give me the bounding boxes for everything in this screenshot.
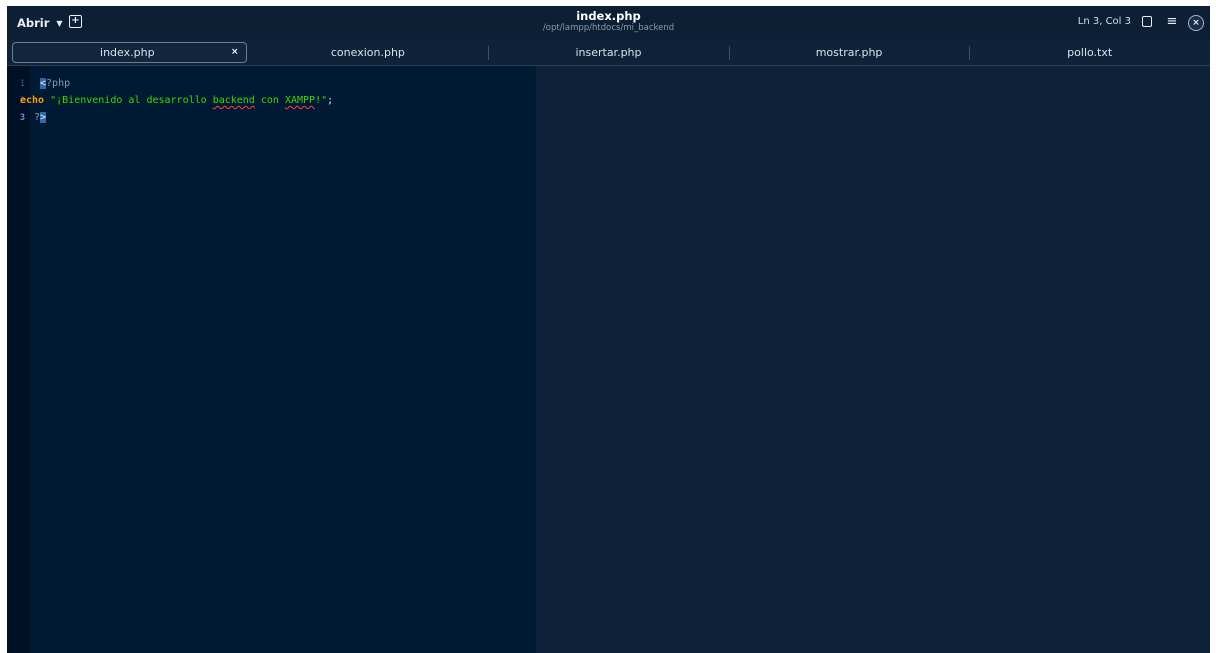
window-title: index.php — [576, 9, 641, 23]
tab-label: insertar.php — [575, 46, 642, 59]
tab-pollo-txt[interactable]: pollo.txt — [969, 40, 1210, 65]
editor-window: Abrir ▼ + index.php /opt/lampp/htdocs/mi… — [7, 6, 1210, 653]
string-literal: "¡Bienvenido al desarrollo — [50, 95, 213, 106]
code-line-2[interactable]: echo "¡Bienvenido al desarrollo backend … — [20, 93, 333, 108]
open-file-button[interactable]: Abrir ▼ — [13, 13, 67, 33]
spellcheck-error-word: XAMPP — [284, 95, 316, 106]
chevron-down-icon: ▼ — [56, 18, 63, 28]
tab-label: conexion.php — [330, 46, 405, 59]
line-number: 1 — [19, 79, 25, 89]
tab-mostrar-php[interactable]: mostrar.php — [728, 40, 970, 65]
code-editor[interactable]: 1 2 3 <?php echo "¡Bienvenido al desarro… — [7, 66, 536, 653]
php-open-tag: ?php — [46, 78, 71, 89]
save-document-icon[interactable] — [1140, 15, 1154, 29]
editor-empty-area[interactable] — [536, 66, 1210, 653]
hamburger-menu-icon[interactable]: ≡ — [1165, 15, 1179, 29]
tab-index-php[interactable]: index.php × — [7, 40, 248, 65]
window-title-area: index.php /opt/lampp/htdocs/mi_backend — [7, 9, 1210, 34]
semicolon: ; — [327, 95, 334, 106]
line-number-current: 3 — [19, 113, 25, 123]
code-line-1[interactable]: <?php — [40, 76, 70, 91]
close-window-icon[interactable]: × — [1188, 15, 1204, 31]
spellcheck-error-word: backend — [212, 95, 255, 106]
tab-label: pollo.txt — [1067, 46, 1113, 59]
tab-bar: index.php × conexion.php insertar.php mo… — [7, 40, 1210, 66]
header-bar: Abrir ▼ + index.php /opt/lampp/htdocs/mi… — [7, 6, 1210, 40]
cursor-position-indicator[interactable]: Ln 3, Col 3 — [1078, 16, 1131, 27]
new-document-icon[interactable]: + — [69, 15, 82, 28]
tab-conexion-php[interactable]: conexion.php — [248, 40, 489, 65]
tab-label: mostrar.php — [815, 46, 883, 59]
keyword-echo: echo — [20, 95, 45, 106]
string-literal: !" — [315, 95, 328, 106]
close-tab-icon[interactable]: × — [231, 40, 239, 65]
string-literal: con — [254, 95, 285, 106]
code-line-3[interactable]: ?> — [34, 110, 47, 125]
window-subtitle-path: /opt/lampp/htdocs/mi_backend — [542, 23, 675, 33]
tab-insertar-php[interactable]: insertar.php — [488, 40, 729, 65]
bracket-match-highlight: > — [40, 112, 47, 123]
tab-label: index.php — [100, 46, 155, 59]
line-number-gutter: 1 2 3 — [7, 66, 30, 653]
open-button-label: Abrir — [17, 16, 50, 30]
